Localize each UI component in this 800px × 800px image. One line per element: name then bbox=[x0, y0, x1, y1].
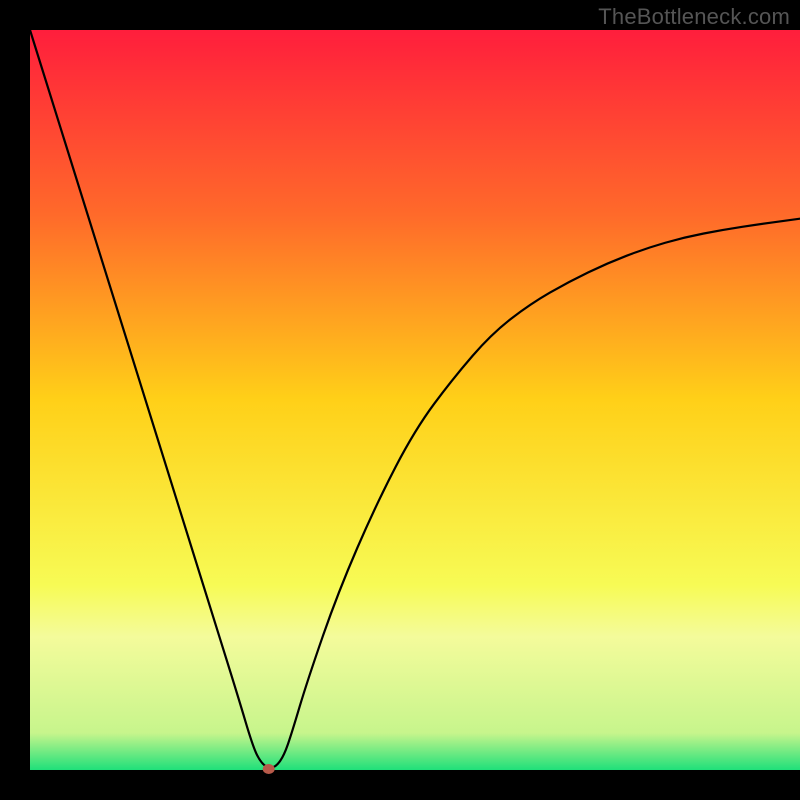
chart-frame: TheBottleneck.com bbox=[0, 0, 800, 800]
watermark-label: TheBottleneck.com bbox=[598, 4, 790, 30]
optimal-point-marker bbox=[263, 764, 275, 774]
bottleneck-chart bbox=[0, 0, 800, 800]
